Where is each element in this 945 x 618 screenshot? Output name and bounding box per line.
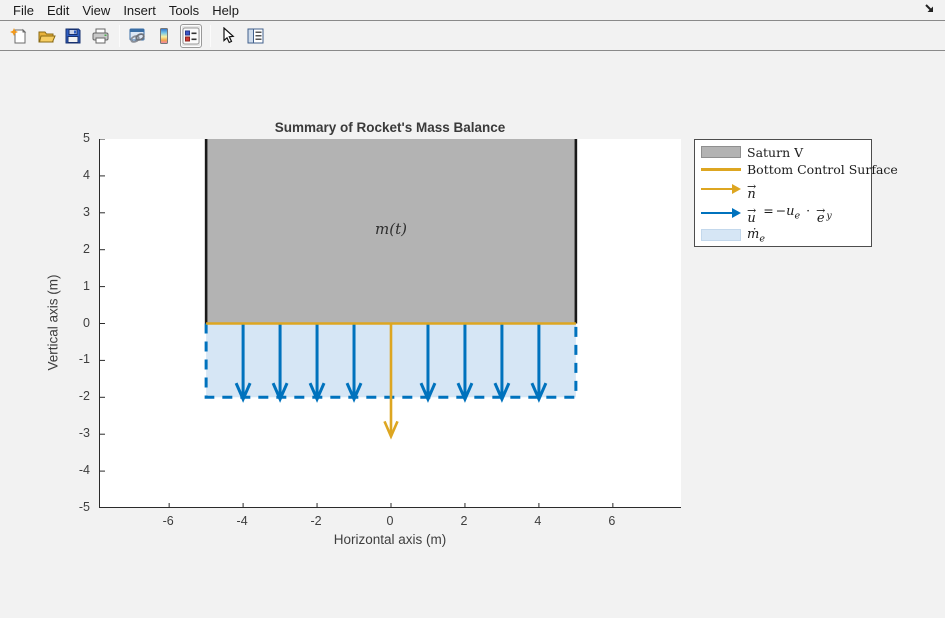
y-tick-label: 4 (50, 168, 90, 182)
saturn-v-swatch (701, 146, 741, 158)
property-editor-icon[interactable] (244, 24, 266, 48)
y-tick-label: -2 (50, 389, 90, 403)
y-tick-label: -3 (50, 426, 90, 440)
x-tick-label: -4 (222, 514, 262, 528)
control-surface-swatch (701, 168, 741, 171)
menu-edit[interactable]: Edit (41, 1, 76, 20)
dock-figure-icon[interactable] (921, 1, 937, 15)
legend-label-control-surface: Bottom Control Surface (747, 162, 898, 177)
insert-colorbar-icon[interactable] (153, 24, 175, 48)
y-tick-label: -4 (50, 463, 90, 477)
legend-label-exhaust-velocity: →u =−ue · →ey (747, 203, 832, 223)
legend-item-normal-vector: →n (701, 177, 871, 200)
x-tick-label: 2 (444, 514, 484, 528)
x-tick-label: -6 (148, 514, 188, 528)
plot-axes: m(t) (99, 139, 681, 508)
x-tick-label: -2 (296, 514, 336, 528)
menu-insert[interactable]: Insert (117, 1, 163, 20)
x-tick-label: 4 (518, 514, 558, 528)
legend-label-normal-vector: →n (747, 179, 757, 199)
mass-flow-swatch (701, 229, 741, 241)
y-tick-label: 5 (50, 131, 90, 145)
plot-legend[interactable]: Saturn V Bottom Control Surface →n (694, 139, 872, 247)
legend-label-mass-flow: ṁe (747, 226, 765, 245)
y-tick-label: -5 (50, 500, 90, 514)
x-axis-label: Horizontal axis (m) (99, 532, 681, 547)
legend-item-control-surface: Bottom Control Surface (701, 162, 871, 178)
y-tick-label: 3 (50, 205, 90, 219)
legend-item-saturn-v: Saturn V (701, 143, 871, 162)
save-figure-icon[interactable] (62, 24, 84, 48)
open-file-icon[interactable] (35, 24, 57, 48)
toolbar-separator (119, 25, 120, 47)
insert-legend-icon[interactable] (180, 24, 202, 48)
menu-tools[interactable]: Tools (163, 1, 206, 20)
print-figure-icon[interactable] (89, 24, 111, 48)
toolbar-separator (210, 25, 211, 47)
menu-bar: File Edit View Insert Tools Help (0, 0, 945, 20)
menu-view[interactable]: View (76, 1, 117, 20)
new-figure-icon[interactable] (8, 24, 30, 48)
y-axis-label: Vertical axis (m) (46, 258, 61, 388)
rocket-diagram (100, 139, 682, 508)
x-tick-label: 0 (370, 514, 410, 528)
rocket-mass-label: m(t) (351, 220, 431, 238)
figure-canvas: Summary of Rocket's Mass Balance m(t) -6… (0, 51, 945, 618)
exhaust-velocity-swatch (701, 208, 741, 218)
legend-item-mass-flow: ṁe (701, 226, 871, 245)
edit-plot-icon[interactable] (217, 24, 239, 48)
legend-label-saturn-v: Saturn V (747, 145, 803, 160)
normal-vector-swatch (701, 184, 741, 194)
legend-item-exhaust-velocity: →u =−ue · →ey (701, 200, 871, 225)
x-tick-label: 6 (592, 514, 632, 528)
menu-help[interactable]: Help (206, 1, 246, 20)
plot-title: Summary of Rocket's Mass Balance (99, 120, 681, 135)
menu-file[interactable]: File (7, 1, 41, 20)
link-plot-icon[interactable] (126, 24, 148, 48)
figure-toolbar (0, 20, 945, 51)
y-tick-label: 2 (50, 242, 90, 256)
